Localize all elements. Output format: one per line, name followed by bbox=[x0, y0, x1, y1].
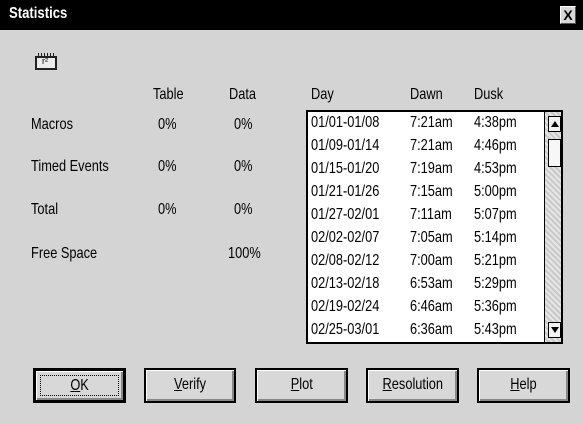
list-item[interactable]: 02/19-02/24 6:46am 5:36pm bbox=[308, 298, 541, 318]
scroll-down-arrow-icon[interactable] bbox=[548, 322, 561, 338]
stats-macros-table: 0% bbox=[158, 116, 177, 133]
list-item[interactable]: 02/25-03/01 6:36am 5:43pm bbox=[308, 321, 541, 341]
stats-total-table: 0% bbox=[158, 201, 177, 218]
list-item-dusk: 5:36pm bbox=[474, 298, 517, 315]
verify-button[interactable]: Verify bbox=[144, 368, 236, 403]
title-bar[interactable]: Statistics X bbox=[0, 0, 583, 30]
list-item[interactable]: 01/15-01/20 7:19am 4:53pm bbox=[308, 160, 541, 180]
resolution-button-label: Resolution bbox=[382, 376, 443, 393]
ok-button[interactable]: OK bbox=[33, 368, 126, 403]
stats-free-space-data: 100% bbox=[228, 245, 261, 262]
list-item-dusk: 5:43pm bbox=[474, 321, 517, 338]
stats-label-macros: Macros bbox=[31, 116, 73, 133]
list-item-dusk: 5:00pm bbox=[474, 183, 517, 200]
ok-button-label: OK bbox=[70, 377, 89, 394]
list-item-day: 02/02-02/07 bbox=[311, 229, 380, 246]
scroll-thumb[interactable] bbox=[548, 139, 561, 167]
verify-button-label: Verify bbox=[173, 376, 207, 393]
scroll-up-arrow-icon[interactable] bbox=[548, 116, 561, 132]
list-item[interactable]: 01/27-02/01 7:11am 5:07pm bbox=[308, 206, 541, 226]
list-item-day: 01/27-02/01 bbox=[311, 206, 380, 223]
list-scrollbar[interactable] bbox=[544, 112, 561, 342]
sunrise-sunset-listbox[interactable]: 01/01-01/08 7:21am 4:38pm 01/09-01/14 7:… bbox=[306, 110, 563, 344]
list-item-dawn: 7:21am bbox=[410, 137, 453, 154]
list-item-day: 01/15-01/20 bbox=[311, 160, 380, 177]
list-item-day: 01/09-01/14 bbox=[311, 137, 380, 154]
list-item[interactable]: 02/02-02/07 7:05am 5:14pm bbox=[308, 229, 541, 249]
list-item-dawn: 7:15am bbox=[410, 183, 453, 200]
list-item[interactable]: 02/13-02/18 6:53am 5:29pm bbox=[308, 275, 541, 295]
list-item-dusk: 4:38pm bbox=[474, 114, 517, 131]
list-item-day: 02/25-03/01 bbox=[311, 321, 380, 338]
list-item-dawn: 6:36am bbox=[410, 321, 453, 338]
plot-button-label: Plot bbox=[290, 376, 313, 393]
stats-header-data: Data bbox=[229, 86, 257, 103]
list-item-day: 01/01-01/08 bbox=[311, 114, 380, 131]
list-item-dusk: 5:14pm bbox=[474, 229, 517, 246]
stats-label-free-space: Free Space bbox=[31, 245, 98, 262]
r-squared-icon bbox=[35, 53, 57, 70]
list-item-dawn: 7:05am bbox=[410, 229, 453, 246]
stats-timed-events-table: 0% bbox=[158, 158, 177, 175]
list-item-day: 02/13-02/18 bbox=[311, 275, 380, 292]
resolution-button[interactable]: Resolution bbox=[366, 368, 459, 403]
list-item-dawn: 6:46am bbox=[410, 298, 453, 315]
list-item-dusk: 4:46pm bbox=[474, 137, 517, 154]
list-item-dawn: 6:53am bbox=[410, 275, 453, 292]
stats-timed-events-data: 0% bbox=[234, 158, 253, 175]
window-title: Statistics bbox=[9, 5, 68, 22]
list-item[interactable]: 01/01-01/08 7:21am 4:38pm bbox=[308, 114, 541, 134]
list-item-dawn: 7:11am bbox=[410, 206, 452, 223]
list-item-dawn: 7:19am bbox=[410, 160, 453, 177]
list-item-dawn: 7:00am bbox=[410, 252, 453, 269]
stats-label-timed-events: Timed Events bbox=[31, 158, 109, 175]
stats-macros-data: 0% bbox=[234, 116, 253, 133]
help-button-label: Help bbox=[510, 376, 537, 393]
list-item-dusk: 5:21pm bbox=[474, 252, 517, 269]
list-header-dusk: Dusk bbox=[474, 86, 504, 103]
stats-label-total: Total bbox=[31, 201, 59, 218]
stats-header-table: Table bbox=[153, 86, 184, 103]
list-item-dusk: 5:07pm bbox=[474, 206, 517, 223]
list-item[interactable]: 02/08-02/12 7:00am 5:21pm bbox=[308, 252, 541, 272]
list-item-day: 02/19-02/24 bbox=[311, 298, 380, 315]
plot-button[interactable]: Plot bbox=[255, 368, 348, 403]
close-icon: X bbox=[563, 7, 573, 23]
list-item-dusk: 4:53pm bbox=[474, 160, 517, 177]
statistics-dialog: Statistics X Table Data Macros 0% 0% Tim… bbox=[0, 0, 583, 424]
list-item[interactable]: 01/21-01/26 7:15am 5:00pm bbox=[308, 183, 541, 203]
list-item-day: 02/08-02/12 bbox=[311, 252, 380, 269]
list-header-dawn: Dawn bbox=[410, 86, 443, 103]
list-item-day: 01/21-01/26 bbox=[311, 183, 380, 200]
stats-total-data: 0% bbox=[234, 201, 253, 218]
list-item-dawn: 7:21am bbox=[410, 114, 453, 131]
list-item-dusk: 5:29pm bbox=[474, 275, 517, 292]
close-button[interactable]: X bbox=[560, 6, 576, 24]
list-header-day: Day bbox=[311, 86, 334, 103]
list-item[interactable]: 01/09-01/14 7:21am 4:46pm bbox=[308, 137, 541, 157]
help-button[interactable]: Help bbox=[477, 368, 570, 403]
